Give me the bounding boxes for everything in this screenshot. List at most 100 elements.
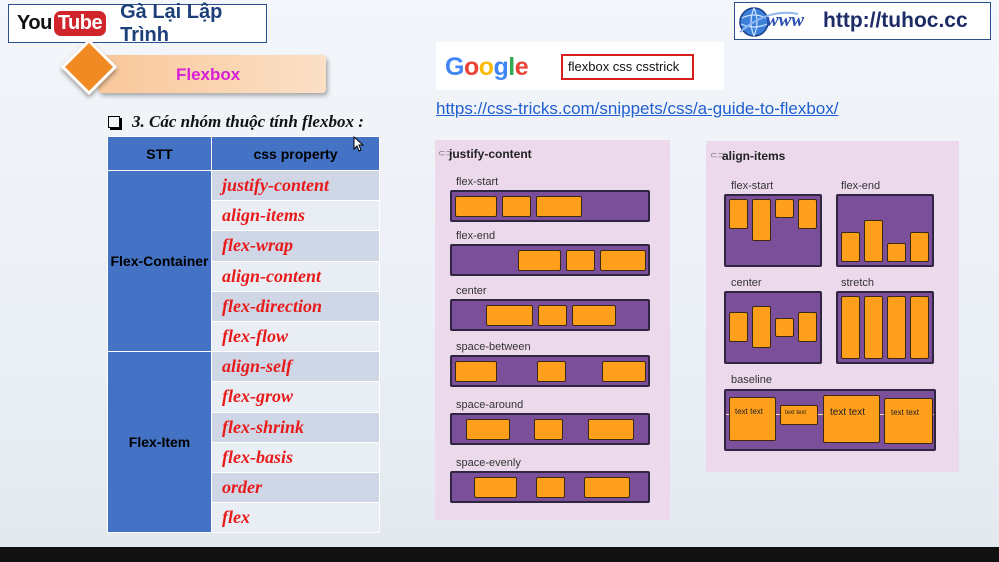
www-globe-icon: www [738,4,820,38]
google-logo-letter: o [478,53,494,81]
search-input[interactable]: flexbox css csstrick [561,54,694,80]
table-row: Flex-Item align-self [107,351,380,534]
google-logo-letter: e [514,53,529,81]
flex-item-box [910,232,929,262]
mouse-cursor-icon [353,136,365,152]
google-logo-letter: g [493,53,509,81]
flex-container-bar [450,299,650,331]
property-cell: flex-direction [211,290,380,322]
youtube-logo-you: You [17,12,52,34]
flex-item-box [729,312,748,342]
flex-item-box: text text [823,395,880,443]
flex-item-box [474,477,517,498]
property-cell: flex-wrap [211,230,380,262]
row-label: flex-end [456,230,496,242]
cell-label: baseline [731,374,772,386]
property-cell: align-self [211,351,380,383]
flex-container-bar [450,244,650,276]
property-cell: order [211,471,380,504]
property-cell: flex-grow [211,381,380,413]
flex-item-box [536,477,565,498]
google-logo: Google [445,53,529,82]
flex-container-box [724,194,822,267]
row-label: flex-start [456,176,499,188]
flex-item-box [752,306,771,348]
table-row: Flex-Container justify-content [107,169,380,353]
cell-label: flex-end [841,180,881,192]
justify-content-title: justify-content [449,147,532,161]
flex-container-box: text text text text text text text text [724,389,936,451]
flex-item-box [841,232,860,262]
site-url-banner: www http://tuhoc.cc [734,2,991,40]
flex-item-box [864,296,883,359]
flex-item-box [538,305,567,326]
flex-item-box [502,196,531,217]
flex-item-box [602,361,646,382]
flex-item-box [910,296,929,359]
row-label: center [456,285,487,297]
video-bottom-bar [0,547,999,562]
flex-item-box: text text [884,398,933,444]
flex-item-box [534,419,563,440]
flex-container-bar [450,355,650,387]
css-tricks-guide-link[interactable]: https://css-tricks.com/snippets/css/a-gu… [436,99,838,119]
flex-container-box [724,291,822,364]
flex-item-box [752,199,771,241]
group-flex-container: Flex-Container [107,169,212,353]
property-cell: flex-flow [211,320,380,353]
property-cell: flex [211,502,380,534]
property-cell: flex-shrink [211,411,380,443]
flex-item-box [887,296,906,359]
property-cell: align-content [211,260,380,292]
flex-container-box [836,291,934,364]
flex-item-box [798,199,817,229]
flex-item-box [455,361,497,382]
flex-item-box [486,305,533,326]
flex-container-bar [450,471,650,503]
flex-item-box: text text [780,405,818,425]
row-label: space-around [456,399,524,411]
section-heading: 3. Các nhóm thuộc tính flexbox : [108,112,364,132]
row-label: space-between [456,341,531,353]
property-cell: flex-basis [211,441,380,473]
google-logo-letter: o [463,53,479,81]
flex-item-box: text text [729,397,776,441]
property-cell: justify-content [211,169,380,202]
column-header-stt: STT [107,136,212,171]
flex-item-box [536,196,582,217]
flex-item-box [798,312,817,342]
table-header-row: STT css property [107,136,380,171]
slide-title: Flexbox [176,65,241,84]
flex-item-box [518,250,561,271]
flex-container-bar [450,413,650,445]
google-logo-letter: G [445,53,464,81]
site-url: http://tuhoc.cc [823,9,968,32]
flex-item-box [775,199,794,218]
flex-item-box [729,199,748,229]
checkbox-bullet-icon [108,116,120,128]
align-items-title: align-items [722,149,786,163]
flex-container-bar [450,190,650,222]
flex-item-box [600,250,646,271]
flex-item-box [466,419,510,440]
cell-label: flex-start [731,180,774,192]
flex-item-box [584,477,630,498]
cell-label: center [731,277,762,289]
flex-item-box [588,419,634,440]
flex-item-box [887,243,906,262]
channel-name: Gà Lại Lập Trình [120,0,223,46]
www-text: www [766,10,804,31]
flex-container-box [836,194,934,267]
property-cell: align-items [211,200,380,232]
youtube-channel-banner: You Tube Gà Lại Lập Trình [8,1,267,46]
cell-label: stretch [841,277,875,289]
flex-item-box [775,318,794,337]
flex-item-box [455,196,497,217]
flex-item-box [841,296,860,359]
flex-item-box [566,250,595,271]
flex-item-box [572,305,616,326]
row-label: space-evenly [456,457,521,469]
group-flex-item: Flex-Item [107,351,212,534]
flex-item-box [537,361,566,382]
flexbox-properties-table: STT css property Flex-Container justify-… [107,136,380,534]
